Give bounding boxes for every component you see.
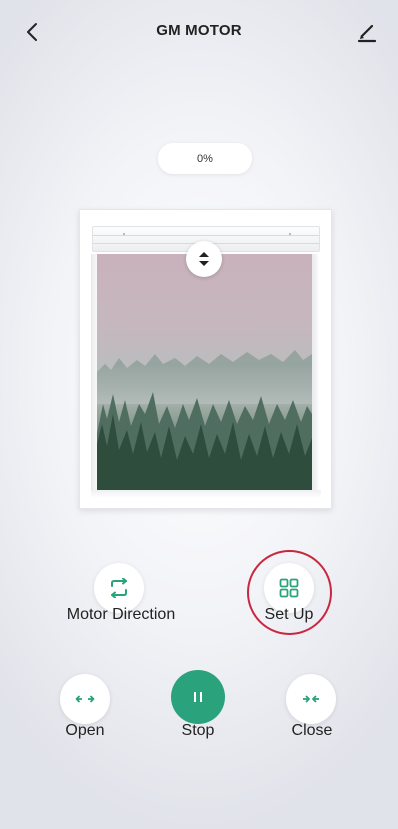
header: GM MOTOR [0,0,398,64]
page-title: GM MOTOR [156,22,242,39]
close-label: Close [291,722,333,739]
edit-button[interactable] [354,18,380,46]
grid-settings-icon [279,578,299,598]
open-label: Open [65,722,105,739]
stop-label: Stop [181,722,215,739]
stop-button[interactable] [171,670,225,724]
window-sill [91,490,321,498]
window-side-right [312,254,318,490]
window-preview [79,209,332,509]
up-down-arrows-icon [199,252,209,266]
open-arrows-icon [75,695,95,703]
position-percentage: 0% [158,143,252,174]
curtain-drag-handle[interactable] [186,241,222,277]
pause-icon [194,692,202,702]
set-up-label: Set Up [264,606,314,623]
close-button[interactable] [286,674,336,724]
pencil-icon [357,24,377,43]
motor-control-screen: GM MOTOR 0% Motor Direction Set Up Open … [0,0,398,829]
reverse-direction-icon [111,578,127,598]
window-view-image [97,254,312,490]
motor-direction-label: Motor Direction [66,606,176,623]
close-arrows-icon [303,695,319,703]
forest-scene [97,350,312,490]
open-button[interactable] [60,674,110,724]
